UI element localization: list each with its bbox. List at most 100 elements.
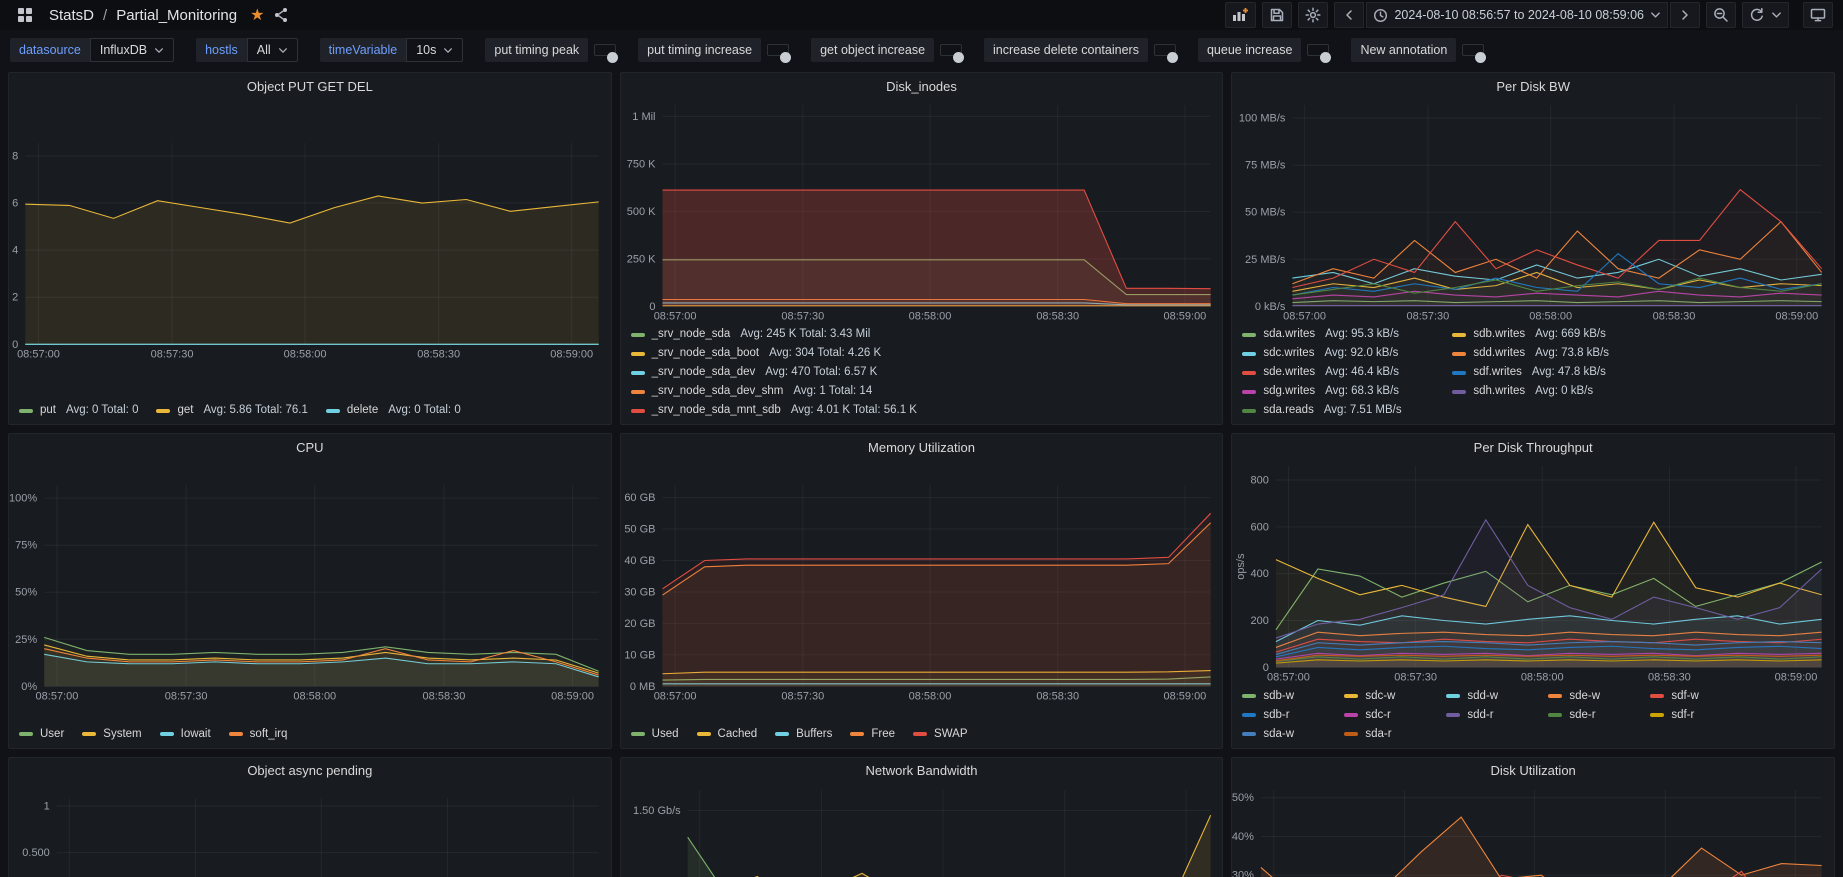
star-icon[interactable]: ★ [250, 5, 264, 25]
legend-item[interactable]: sdd.writes Avg: 73.8 kB/s [1452, 345, 1644, 362]
svg-text:08:58:00: 08:58:00 [908, 310, 951, 322]
panel-title[interactable]: Network Bandwidth [621, 758, 1223, 784]
legend-item[interactable]: Iowait [159, 726, 211, 743]
legend-item[interactable]: sdf-w [1650, 688, 1734, 705]
legend-item[interactable]: put Avg: 0 Total: 0 [19, 402, 138, 419]
legend-item[interactable]: _srv_node_sda_boot Avg: 304 Total: 4.26 K [630, 345, 916, 362]
legend-item[interactable]: sdf-r [1650, 707, 1734, 724]
new-annotation-switch[interactable] [1462, 44, 1487, 63]
legend-series-swatch [1548, 713, 1563, 718]
svg-text:75 MB/s: 75 MB/s [1245, 160, 1286, 172]
legend-item[interactable]: delete Avg: 0 Total: 0 [325, 402, 461, 419]
panel-object-put-get-del: Object PUT GET DEL 0 2 4 6 8 08:57:00 08:57:30… [8, 72, 612, 426]
panel-title[interactable]: Object async pending [9, 758, 611, 784]
time-shift-forward-button[interactable] [1670, 2, 1700, 28]
legend-item[interactable]: sdf.writes Avg: 47.8 kB/s [1452, 364, 1644, 381]
legend-item[interactable]: sdd-r [1446, 707, 1530, 724]
legend-item[interactable]: sdb.writes Avg: 669 kB/s [1452, 326, 1644, 343]
legend-series-swatch [1242, 732, 1257, 737]
legend-item[interactable]: Used [630, 726, 679, 743]
breadcrumb-page[interactable]: Partial_Monitoring [116, 7, 237, 24]
get-object-increase-switch[interactable] [940, 44, 965, 63]
queue-increase-switch[interactable] [1307, 44, 1332, 63]
legend-item[interactable]: sde.writes Avg: 46.4 kB/s [1242, 364, 1434, 381]
legend-item[interactable]: sdg.writes Avg: 68.3 kB/s [1242, 383, 1434, 400]
variable-datasource-value[interactable]: InfluxDB [89, 38, 175, 62]
timeseries-chart[interactable]: 500 Mb/s1 Gb/s1.50 Gb/s08:57:0008:57:300… [621, 784, 1223, 877]
legend-item[interactable]: sda-w [1242, 726, 1326, 743]
variable-hostls-value[interactable]: All [246, 38, 298, 62]
panel-title[interactable]: Per Disk BW [1232, 73, 1834, 99]
time-range-picker[interactable]: 2024-08-10 08:56:57 to 2024-08-10 08:59:… [1366, 2, 1668, 28]
legend-item[interactable]: sda-r [1344, 726, 1428, 743]
legend-item[interactable]: _srv_node_sda_mnt_sdb Avg: 4.01 K Total: … [630, 402, 917, 419]
timeseries-chart[interactable]: 020040060080008:57:00 08:57:30 08:58:00 08:… [1232, 460, 1834, 686]
panel-title[interactable]: Per Disk Throughput [1232, 434, 1834, 460]
legend-item[interactable]: sdb-w [1242, 688, 1326, 705]
breadcrumb-app[interactable]: StatsD [49, 7, 94, 24]
save-dashboard-button[interactable] [1262, 2, 1293, 28]
timeseries-chart[interactable]: 0 kB/s 25 MB/s 50 MB/s 75 MB/s 100 MB/s 08:57… [1232, 99, 1834, 325]
legend-item[interactable]: _srv_node_sda_dev_shm Avg: 1 Total: 14 [630, 383, 916, 400]
put-timing-increase-switch[interactable] [767, 44, 792, 63]
svg-text:08:58:00: 08:58:00 [293, 691, 336, 703]
refresh-button[interactable] [1742, 2, 1789, 28]
zoom-out-button[interactable] [1706, 2, 1736, 28]
svg-text:08:58:00: 08:58:00 [1521, 672, 1564, 684]
add-panel-button[interactable] [1225, 2, 1257, 28]
timeseries-chart[interactable]: 0 MB 10 GB 20 GB 30 GB 40 GB 50 GB 60 GB 08:57:… [621, 460, 1223, 724]
increase-delete-containers-switch[interactable] [1153, 44, 1178, 63]
timeseries-chart[interactable]: 0%10%20%30%40%50%08:57:0008:57:3008:58:0… [1232, 784, 1834, 877]
legend-item[interactable]: sdh.writes Avg: 0 kB/s [1452, 383, 1644, 400]
legend-item[interactable]: soft_irq [228, 726, 287, 743]
svg-text:200: 200 [1251, 615, 1269, 627]
legend-item[interactable]: Free [850, 726, 895, 743]
panel-legend: put Avg: 0 Total: 0 get Avg: 5.86 Total: 76… [9, 401, 611, 424]
kiosk-mode-button[interactable] [1803, 2, 1833, 28]
legend-item[interactable]: _srv_node_sda Avg: 245 K Total: 3.43 Mil [630, 326, 916, 343]
legend-item[interactable]: sde-r [1548, 707, 1632, 724]
legend-item[interactable]: _srv_node_sda_dev Avg: 470 Total: 6.57 K [630, 364, 916, 381]
timeseries-chart[interactable]: 0%25%50%75%100%08:57:00 08:57:30 08:58:00 0… [9, 460, 611, 724]
legend-item[interactable]: sdc-w [1344, 688, 1428, 705]
time-shift-back-button[interactable] [1334, 2, 1365, 28]
panel-title[interactable]: Memory Utilization [621, 434, 1223, 460]
timeseries-chart[interactable]: 0250 K500 K750 K1 Mil08:57:00 08:57:30 08:… [621, 99, 1223, 325]
legend-item[interactable]: Cached [696, 726, 757, 743]
grid-icon [18, 8, 32, 22]
legend-series-stats: Avg: 669 kB/s [1535, 328, 1606, 341]
legend-item[interactable]: sda.reads Avg: 7.51 MB/s [1242, 402, 1434, 419]
svg-text:08:59:00: 08:59:00 [550, 348, 593, 360]
legend-item[interactable]: SWAP [913, 726, 968, 743]
legend-item[interactable]: System [82, 726, 142, 743]
svg-text:20 GB: 20 GB [624, 618, 655, 630]
legend-series-swatch [325, 408, 340, 413]
legend-item[interactable]: sdd-w [1446, 688, 1530, 705]
legend-series-swatch [159, 732, 174, 737]
panel-title[interactable]: Disk_inodes [621, 73, 1223, 99]
legend-item[interactable]: User [19, 726, 64, 743]
legend-series-label: sdc-r [1365, 708, 1391, 721]
legend-item[interactable]: sdc-r [1344, 707, 1428, 724]
legend-item[interactable]: Buffers [775, 726, 832, 743]
legend-item[interactable]: sde-w [1548, 688, 1632, 705]
share-icon[interactable] [273, 7, 289, 23]
panel-title[interactable]: Disk Utilization [1232, 758, 1834, 784]
legend-item[interactable]: sda.writes Avg: 95.3 kB/s [1242, 326, 1434, 343]
refresh-interval-chevron-icon[interactable] [1771, 11, 1782, 19]
svg-text:250 K: 250 K [626, 253, 655, 265]
variable-timeVariable-value[interactable]: 10s [406, 38, 464, 62]
legend-item[interactable]: sdc.writes Avg: 92.0 kB/s [1242, 345, 1434, 362]
svg-text:08:58:30: 08:58:30 [1036, 691, 1079, 703]
timeseries-chart[interactable]: 10.5000-0.500-108:57:0008:57:3008:58:000… [9, 784, 611, 877]
time-range-text: 2024-08-10 08:56:57 to 2024-08-10 08:59:… [1394, 8, 1644, 22]
svg-text:50%: 50% [15, 587, 37, 599]
apps-menu-button[interactable] [10, 2, 40, 28]
legend-item[interactable]: get Avg: 5.86 Total: 76.1 [156, 402, 308, 419]
legend-item[interactable]: sdb-r [1242, 707, 1326, 724]
timeseries-chart[interactable]: 0246808:57:00 08:57:30 08:58:00 08:58:30 08:… [9, 99, 611, 401]
panel-title[interactable]: CPU [9, 434, 611, 460]
panel-title[interactable]: Object PUT GET DEL [9, 73, 611, 99]
put-timing-peak-switch[interactable] [594, 44, 619, 63]
dashboard-settings-button[interactable] [1298, 2, 1329, 28]
